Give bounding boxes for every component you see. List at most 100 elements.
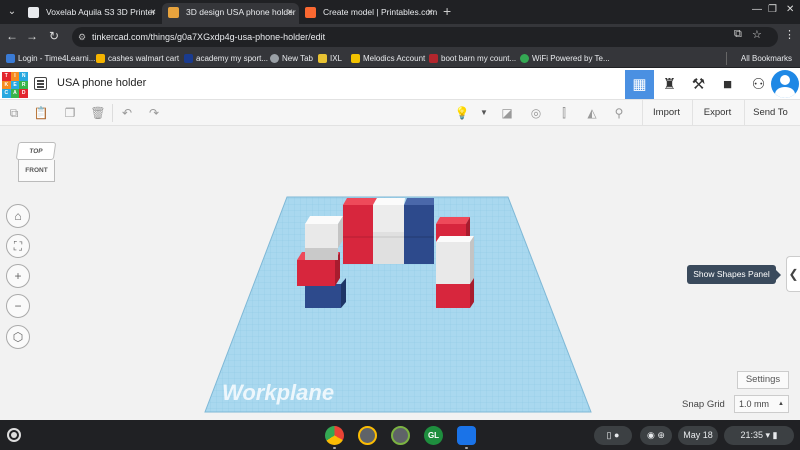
zoom-out-icon[interactable]: − bbox=[6, 294, 30, 318]
academy-icon bbox=[184, 54, 193, 63]
view-cube[interactable]: TOP FRONT bbox=[15, 142, 57, 188]
bookmark-item[interactable]: WiFi Powered by Te... bbox=[520, 52, 610, 65]
design-title[interactable]: USA phone holder bbox=[57, 77, 146, 89]
cruise-icon[interactable]: ⚲ bbox=[611, 105, 627, 121]
chevron-down-icon: ▲ bbox=[778, 401, 784, 407]
tinkercad-app: T I N K E R C A D USA phone holder ▦ ♜ ⚒… bbox=[0, 68, 800, 420]
forward-icon[interactable]: → bbox=[24, 29, 40, 43]
bookmark-item[interactable]: Melodics Account bbox=[351, 52, 425, 65]
bookmark-item[interactable]: IXL bbox=[318, 52, 342, 65]
printables-favicon-icon bbox=[305, 7, 316, 18]
avatar[interactable] bbox=[771, 70, 799, 98]
redo-icon[interactable]: ↷ bbox=[146, 105, 162, 121]
tab-printables[interactable]: Create model | Printables.com × bbox=[299, 3, 439, 24]
close-tab-icon[interactable]: × bbox=[287, 3, 293, 22]
snap-grid-label: Snap Grid bbox=[682, 399, 725, 410]
workplane-label: Workplane bbox=[222, 380, 334, 405]
wifi-icon bbox=[520, 54, 529, 63]
duplicate-icon[interactable]: ❐ bbox=[62, 105, 78, 121]
bookmark-item[interactable]: Login - Time4Learni... bbox=[6, 52, 95, 65]
fit-view-icon[interactable]: ⛶ bbox=[6, 234, 30, 258]
game-icon[interactable] bbox=[391, 426, 410, 445]
close-tab-icon[interactable]: × bbox=[150, 3, 156, 22]
show-shapes-panel-tooltip: Show Shapes Panel bbox=[687, 265, 781, 284]
running-indicator bbox=[465, 447, 468, 449]
minimize-icon[interactable]: — bbox=[752, 4, 762, 15]
align-icon[interactable]: ⫿ bbox=[556, 105, 572, 121]
gl-app-icon[interactable]: GL bbox=[424, 426, 443, 445]
3d-view-grid-icon[interactable]: ▦ bbox=[625, 70, 654, 99]
date-pill[interactable]: May 18 bbox=[678, 426, 718, 445]
url-field[interactable]: ⚙ tinkercad.com/things/g0a7XGxdp4g-usa-p… bbox=[72, 27, 778, 47]
zoom-in-icon[interactable]: + bbox=[6, 264, 30, 288]
all-bookmarks-button[interactable]: All Bookmarks bbox=[725, 52, 792, 65]
files-icon[interactable] bbox=[457, 426, 476, 445]
view-cube-top[interactable]: TOP bbox=[15, 142, 57, 160]
bookmark-item[interactable]: New Tab bbox=[270, 52, 313, 65]
close-tab-icon[interactable]: × bbox=[427, 3, 433, 22]
export-button[interactable]: Export bbox=[692, 100, 742, 126]
shape-icon[interactable]: ◪ bbox=[499, 105, 515, 121]
photos-icon[interactable] bbox=[358, 426, 377, 445]
view-cube-front[interactable]: FRONT bbox=[18, 160, 55, 182]
back-icon[interactable]: ← bbox=[4, 29, 20, 43]
workplane-scene[interactable]: Workplane bbox=[0, 126, 800, 420]
light-bulb-icon[interactable]: 💡 bbox=[454, 105, 470, 121]
edit-toolbar: ⧉ 📋 ❐ 🗑 ↶ ↷ 💡 ▼ ◪ ◎ ⫿ ◭ ⚲ Import Export … bbox=[0, 100, 800, 126]
snap-grid-select[interactable]: 1.0 mm ▲ bbox=[734, 395, 789, 413]
new-tab-button[interactable]: + bbox=[443, 4, 451, 18]
toolbar-divider bbox=[112, 104, 113, 122]
menu-icon[interactable]: ⋮ bbox=[784, 28, 795, 41]
import-button[interactable]: Import bbox=[642, 100, 690, 126]
browser-tab-bar: ⌄ Voxelab Aquila S3 3D Printer × 3D desi… bbox=[0, 0, 800, 24]
status-tray[interactable]: 21:35 ▾ ▮ bbox=[724, 426, 794, 445]
pickaxe-icon[interactable]: ⚒ bbox=[684, 70, 713, 99]
design-canvas[interactable]: Workplane TOP FRONT ⌂ ⛶ + − ⬡ Show Shape… bbox=[0, 126, 800, 420]
running-indicator bbox=[333, 447, 336, 449]
tab-tinkercad[interactable]: 3D design USA phone holder × bbox=[162, 3, 299, 24]
settings-button[interactable]: Settings bbox=[737, 371, 789, 389]
tab-search-icon[interactable]: ⌄ bbox=[4, 4, 20, 20]
block-group-right[interactable] bbox=[436, 217, 474, 308]
perspective-icon[interactable]: ⬡ bbox=[6, 325, 30, 349]
ixl-icon bbox=[318, 54, 327, 63]
walmart-icon bbox=[96, 54, 105, 63]
bookmark-item[interactable]: cashes walmart cart bbox=[96, 52, 179, 65]
block-group-center[interactable] bbox=[343, 198, 434, 264]
bookmark-item[interactable]: academy my sport... bbox=[184, 52, 268, 65]
bricks-icon[interactable]: ■ bbox=[713, 70, 742, 99]
chevron-down-icon[interactable]: ▼ bbox=[476, 105, 492, 121]
chrome-icon[interactable] bbox=[325, 426, 344, 445]
restore-icon[interactable]: ❐ bbox=[768, 4, 777, 15]
tab-voxelab[interactable]: Voxelab Aquila S3 3D Printer × bbox=[22, 3, 162, 24]
paste-icon[interactable]: 📋 bbox=[33, 105, 49, 121]
tinkercad-logo[interactable]: T I N K E R C A D bbox=[2, 72, 28, 98]
bookmark-icon bbox=[6, 54, 15, 63]
site-info-icon[interactable]: ⚙ bbox=[78, 27, 86, 47]
cast-icon[interactable]: ⧉ bbox=[734, 28, 742, 41]
bookmark-star-icon[interactable]: ☆ bbox=[752, 28, 762, 41]
close-window-icon[interactable]: ✕ bbox=[786, 4, 794, 15]
melodics-icon bbox=[351, 54, 360, 63]
globe-icon bbox=[270, 54, 279, 63]
undo-icon[interactable]: ↶ bbox=[119, 105, 135, 121]
designs-list-icon[interactable] bbox=[34, 77, 47, 90]
add-user-icon[interactable]: ⚇ bbox=[744, 70, 773, 99]
address-bar-row: ← → ↻ ⚙ tinkercad.com/things/g0a7XGxdp4g… bbox=[0, 24, 800, 50]
home-view-icon[interactable]: ⌂ bbox=[6, 204, 30, 228]
holding-space-icon[interactable]: ▯ ● bbox=[594, 426, 632, 445]
bookmarks-bar: Login - Time4Learni... cashes walmart ca… bbox=[0, 50, 800, 68]
bookmark-item[interactable]: boot barn my count... bbox=[429, 52, 516, 65]
shapes-panel-toggle[interactable]: ❮ bbox=[786, 256, 800, 292]
copy-icon[interactable]: ⧉ bbox=[6, 105, 22, 121]
favicon-icon bbox=[28, 7, 39, 18]
reload-icon[interactable]: ↻ bbox=[46, 29, 62, 43]
boot-barn-icon bbox=[429, 54, 438, 63]
hole-icon[interactable]: ◎ bbox=[528, 105, 544, 121]
mirror-icon[interactable]: ◭ bbox=[584, 105, 600, 121]
delete-icon[interactable]: 🗑 bbox=[90, 105, 106, 121]
launcher-icon[interactable] bbox=[7, 428, 21, 442]
send-to-button[interactable]: Send To bbox=[744, 100, 796, 126]
tray-controls[interactable]: ◉ ⊕ bbox=[640, 426, 672, 445]
blocks-icon[interactable]: ♜ bbox=[655, 70, 684, 99]
